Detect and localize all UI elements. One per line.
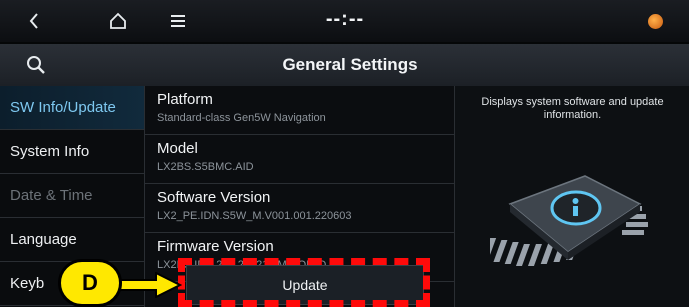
sidebar-item-label: Date & Time	[10, 187, 93, 204]
home-button[interactable]	[98, 0, 138, 42]
list-item-title: Firmware Version	[157, 238, 274, 255]
page-title: General Settings	[282, 55, 418, 74]
sidebar-item-label: Language	[10, 231, 77, 248]
info-description: Displays system software and update info…	[481, 96, 664, 121]
sidebar-item-date-time: Date & Time	[0, 174, 144, 218]
list-item-title: Model	[157, 140, 198, 157]
list-item-title: Platform	[157, 91, 213, 108]
sidebar-item-sw-info-update[interactable]: SW Info/Update	[0, 86, 144, 130]
annotation-marker: D	[58, 259, 122, 307]
sidebar-item-label: SW Info/Update	[10, 99, 116, 116]
update-button[interactable]: Update	[186, 265, 424, 305]
sidebar-item-system-info[interactable]: System Info	[0, 130, 144, 174]
sidebar-item-label: System Info	[10, 143, 90, 160]
annotation-label: D	[82, 270, 98, 295]
menu-icon	[171, 15, 185, 27]
sidebar-item-language[interactable]: Language	[0, 218, 144, 262]
back-icon	[29, 13, 38, 29]
sidebar-item-label: Keyb	[10, 275, 45, 292]
info-panel: Displays system software and update info…	[454, 86, 689, 307]
list-item-platform: Platform Standard-class Gen5W Navigation	[145, 86, 455, 135]
arrow-icon	[118, 272, 182, 298]
search-icon	[27, 56, 45, 74]
back-button[interactable]	[14, 0, 54, 42]
search-button[interactable]	[8, 48, 64, 82]
list-item-value: LX2_PE.IDN.S5W_M.V001.001.220603	[157, 210, 352, 222]
update-button-label: Update	[282, 277, 328, 293]
list-item-model: Model LX2BS.S5BMC.AID	[145, 135, 455, 184]
menu-button[interactable]	[158, 0, 198, 42]
notification-icon[interactable]	[648, 14, 663, 29]
list-item-software-version: Software Version LX2_PE.IDN.S5W_M.V001.0…	[145, 184, 455, 233]
home-icon	[110, 12, 126, 29]
list-item-value: LX2BS.S5BMC.AID	[157, 161, 254, 173]
clock: --:--	[325, 8, 365, 30]
status-bar: --:--	[0, 0, 689, 42]
list-item-value: Standard-class Gen5W Navigation	[157, 112, 326, 124]
chip-info-icon	[482, 156, 660, 276]
list-item-title: Software Version	[157, 189, 271, 206]
title-bar: General Settings	[0, 44, 689, 86]
